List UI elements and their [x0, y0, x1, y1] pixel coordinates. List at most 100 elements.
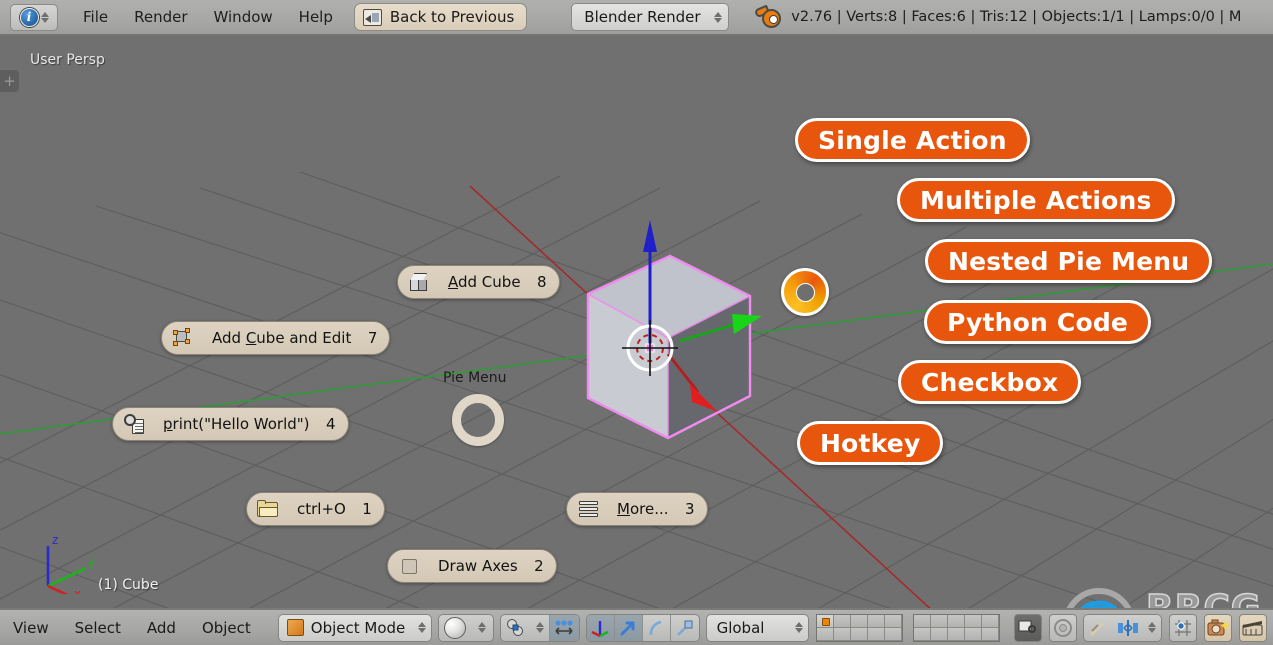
chevron-updown-icon[interactable] [471, 615, 492, 641]
pie-item-ctrl-o[interactable]: ctrl+O 1 [246, 492, 385, 526]
layer-button[interactable] [914, 614, 932, 628]
layer-button[interactable] [931, 627, 949, 641]
pie-menu-title: Pie Menu [443, 370, 507, 386]
blender-logo-icon [754, 4, 782, 28]
info-editor-icon: i [19, 7, 39, 27]
menu-render[interactable]: Render [121, 4, 200, 30]
render-animation-icon[interactable] [1238, 613, 1267, 642]
layer-button[interactable] [851, 614, 869, 628]
cube-object[interactable] [540, 186, 800, 486]
watermark-text: RRCG [1145, 587, 1261, 608]
menu-select[interactable]: Select [62, 619, 134, 637]
pie-item-label: Add Cube and Edit [212, 329, 352, 347]
scene-layers-second-group[interactable] [913, 613, 1001, 642]
badge-label: Single Action [818, 125, 1007, 155]
list-icon [577, 498, 599, 520]
layer-button[interactable] [851, 627, 869, 641]
layer-button[interactable] [982, 627, 1000, 641]
lock-to-scene-icon[interactable] [1014, 613, 1043, 642]
layer-button[interactable] [885, 614, 903, 628]
badge-multiple-actions: Multiple Actions [897, 178, 1175, 222]
rrcg-watermark: RRCG 人人素材 [1060, 584, 1273, 608]
snap-element-icon[interactable] [1168, 613, 1197, 642]
chevron-updown-icon [714, 11, 723, 23]
menu-window[interactable]: Window [201, 4, 286, 30]
menu-view[interactable]: View [0, 619, 62, 637]
render-engine-selector[interactable]: Blender Render [571, 3, 730, 31]
manipulator-group[interactable] [585, 613, 700, 642]
3d-viewport[interactable]: + User Persp (1) Cube z y x Pie Menu ctr… [0, 36, 1273, 608]
layer-button[interactable] [834, 614, 852, 628]
viewport-shading-selector[interactable] [437, 613, 494, 642]
layer-button[interactable] [982, 614, 1000, 628]
checkbox-icon[interactable] [398, 555, 420, 577]
layer-button[interactable] [931, 614, 949, 628]
badge-label: Nested Pie Menu [948, 246, 1190, 276]
chevron-updown-icon[interactable] [530, 615, 549, 641]
pie-item-label: Add Cube [448, 273, 521, 291]
scene-statistics: v2.76 | Verts:8 | Faces:6 | Tris:12 | Ob… [791, 9, 1242, 25]
blender-window: i File Render Window Help Back to Previo… [0, 0, 1273, 645]
back-to-previous-button[interactable]: Back to Previous [353, 3, 528, 31]
badge-single-action: Single Action [795, 118, 1030, 162]
pie-item-number: 8 [537, 273, 547, 291]
cube-icon [408, 271, 430, 293]
layer-button[interactable] [948, 627, 966, 641]
layer-button[interactable] [965, 614, 983, 628]
median-point-icon [501, 615, 531, 641]
layer-button[interactable] [965, 627, 983, 641]
solid-shading-icon [439, 615, 472, 641]
proportional-falloff-group[interactable] [1083, 613, 1162, 642]
layer-button[interactable] [885, 627, 903, 641]
layer-button[interactable] [914, 627, 932, 641]
scale-manipulator[interactable] [671, 615, 699, 641]
proportional-edit-icon[interactable] [1049, 613, 1078, 642]
pivot-and-snap-group[interactable] [499, 613, 580, 642]
pie-item-number: 3 [684, 500, 695, 518]
pie-item-add-cube[interactable]: Add Cube 8 [397, 265, 560, 299]
mini-axis-gizmo: z y x [46, 533, 95, 594]
menu-add[interactable]: Add [134, 619, 189, 637]
pie-item-label: print("Hello World") [163, 415, 310, 433]
menu-file[interactable]: File [70, 4, 121, 30]
rotate-manipulator[interactable] [643, 614, 671, 641]
transform-orientation-selector[interactable]: Global [705, 613, 810, 642]
snap-icon[interactable] [548, 614, 579, 641]
pie-item-draw-axes[interactable]: Draw Axes 2 [387, 549, 557, 583]
badge-label: Python Code [947, 307, 1129, 337]
interaction-mode-selector[interactable]: Object Mode [277, 613, 432, 642]
pie-item-number: 4 [325, 415, 336, 433]
scene-layers-first-group[interactable] [816, 613, 904, 642]
edit-cube-icon [172, 327, 194, 349]
pie-item-more[interactable]: More... 3 [566, 492, 708, 526]
pie-item-number: 2 [534, 557, 544, 575]
back-to-previous-label: Back to Previous [389, 8, 515, 26]
layer-button[interactable] [948, 614, 966, 628]
chevron-updown-icon [417, 622, 426, 633]
move-manipulator[interactable] [614, 614, 643, 641]
layer-button[interactable] [817, 627, 835, 641]
pie-item-print-hello-world[interactable]: print("Hello World") 4 [112, 407, 349, 441]
badge-label: Hotkey [820, 428, 921, 458]
object-mode-cube-icon [286, 619, 304, 636]
layer-button[interactable] [868, 627, 886, 641]
badge-python-code: Python Code [924, 300, 1152, 344]
svg-text:y: y [88, 555, 95, 569]
falloff-icon[interactable] [1084, 615, 1112, 641]
layer-button[interactable] [817, 614, 835, 628]
svg-text:z: z [52, 533, 58, 547]
layer-button[interactable] [834, 627, 852, 641]
3d-view-header: View Select Add Object Object Mode Globa… [0, 608, 1273, 645]
editor-type-selector[interactable]: i [10, 3, 58, 31]
toolshelf-toggle-tab[interactable]: + [0, 70, 19, 92]
mirror-x-icon[interactable] [1112, 615, 1144, 641]
layer-button[interactable] [868, 614, 886, 628]
chevron-updown-icon[interactable] [1144, 615, 1161, 641]
render-image-icon[interactable] [1203, 613, 1232, 642]
translate-manipulator[interactable] [586, 614, 615, 641]
active-object-label: (1) Cube [98, 577, 159, 593]
pie-item-add-cube-and-edit[interactable]: Add Cube and Edit 7 [161, 321, 391, 355]
menu-object[interactable]: Object [189, 619, 264, 637]
pie-item-label: More... [617, 500, 669, 518]
menu-help[interactable]: Help [286, 4, 346, 30]
